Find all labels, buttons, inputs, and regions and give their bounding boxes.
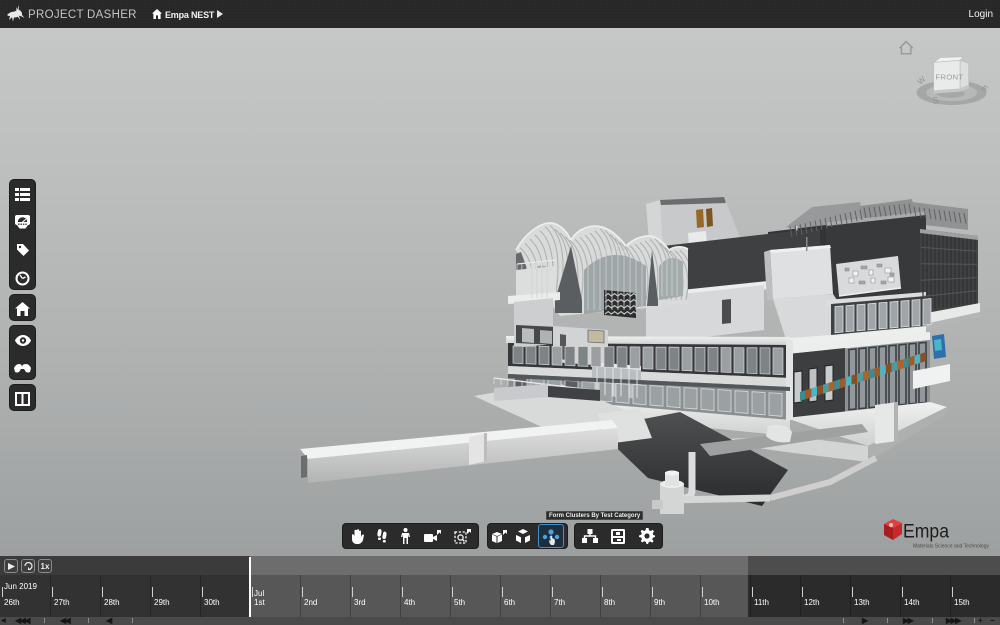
svg-text:Empa: Empa [903,521,949,543]
svg-text:Materials Science and Technolo: Materials Science and Technology [913,544,989,550]
svg-text:FRONT: FRONT [936,72,964,81]
